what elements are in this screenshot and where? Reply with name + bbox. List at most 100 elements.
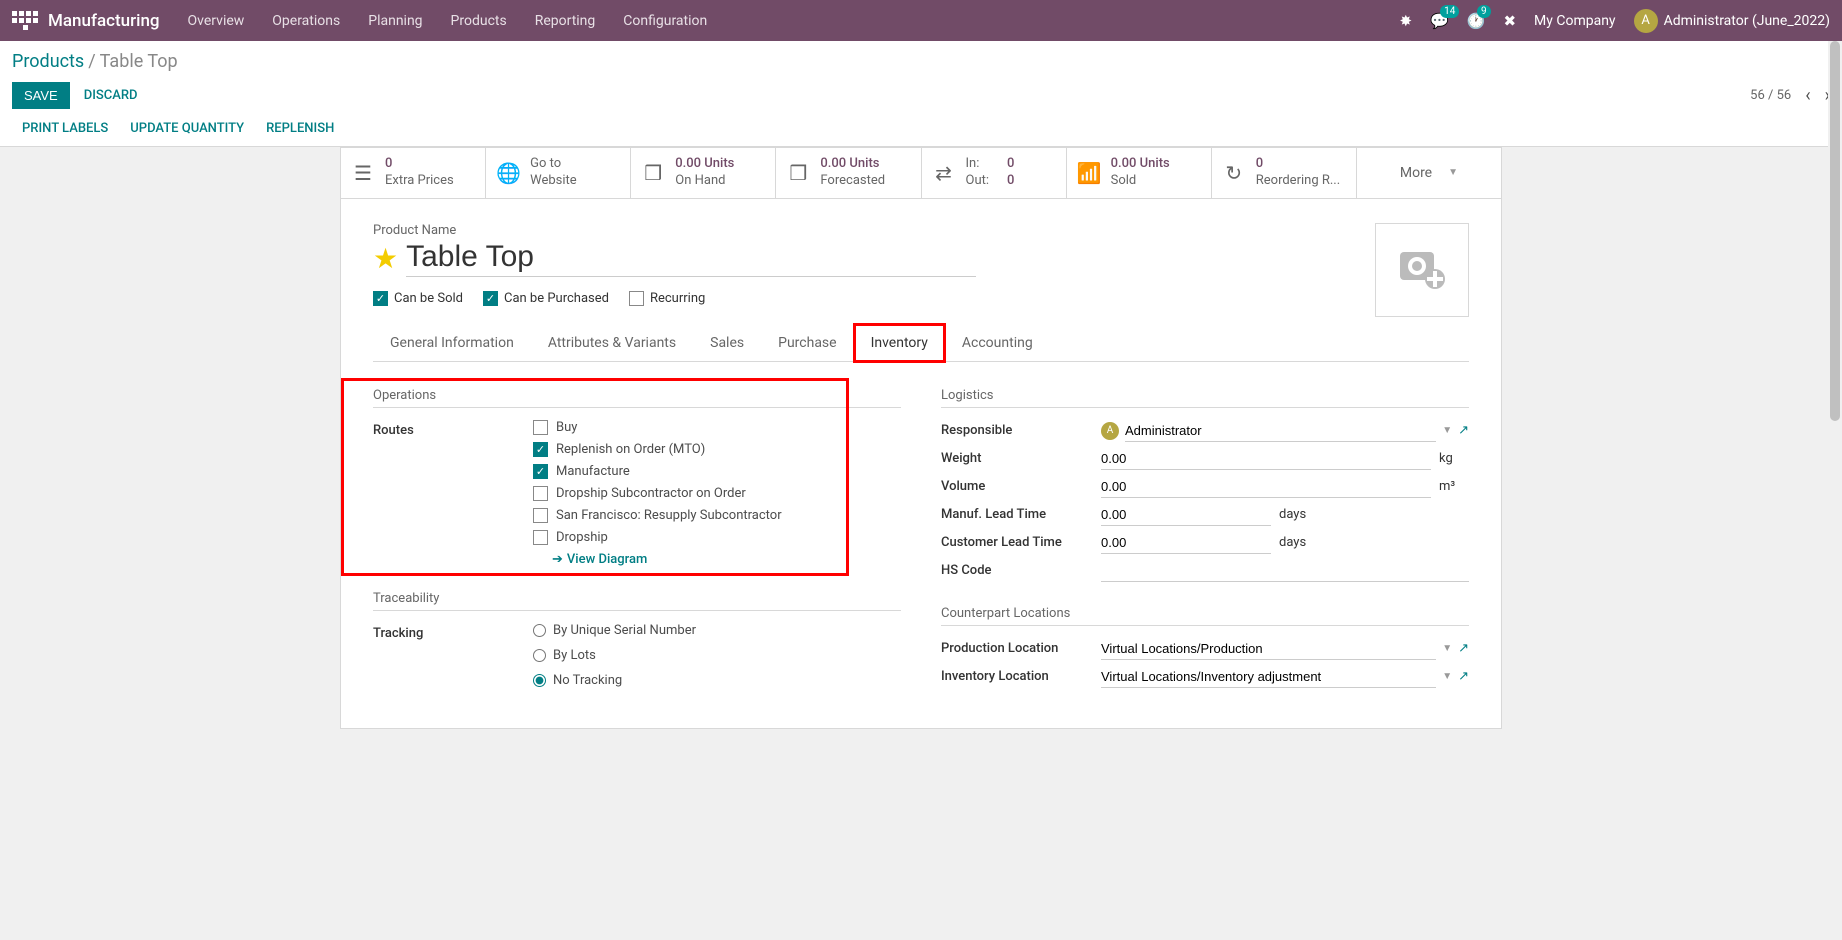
menu-configuration[interactable]: Configuration — [623, 13, 707, 29]
user-name: Administrator (June_2022) — [1664, 13, 1830, 29]
route-manufacture-checkbox[interactable]: ✓ — [533, 464, 548, 479]
clt-input[interactable] — [1101, 532, 1271, 554]
save-button[interactable]: SAVE — [12, 82, 70, 109]
scrollbar-thumb[interactable] — [1830, 41, 1840, 421]
stat-reordering[interactable]: ↻0Reordering R... — [1212, 148, 1357, 198]
recurring-label: Recurring — [650, 291, 705, 306]
stat-on-hand[interactable]: ❒0.00 UnitsOn Hand — [631, 148, 776, 198]
cubes-icon: ❒ — [786, 161, 810, 185]
tab-purchase[interactable]: Purchase — [761, 324, 853, 361]
company-switcher[interactable]: My Company — [1534, 13, 1616, 29]
recurring-checkbox[interactable] — [629, 291, 644, 306]
routes-label: Routes — [373, 420, 533, 438]
menu-reporting[interactable]: Reporting — [535, 13, 596, 29]
external-link-icon[interactable]: ↗ — [1458, 669, 1469, 684]
hs-input[interactable] — [1101, 560, 1469, 582]
route-sf-resupply-checkbox[interactable] — [533, 508, 548, 523]
menu-products[interactable]: Products — [451, 13, 507, 29]
volume-label: Volume — [941, 476, 1101, 494]
dropdown-icon[interactable]: ▼ — [1442, 671, 1452, 682]
clt-label: Customer Lead Time — [941, 532, 1101, 550]
tracking-label: Tracking — [373, 623, 533, 641]
top-navbar: Manufacturing Overview Operations Planni… — [0, 0, 1842, 41]
action-replenish[interactable]: REPLENISH — [266, 121, 334, 136]
messages-badge: 14 — [1440, 5, 1459, 18]
tools-icon[interactable]: ✖ — [1503, 12, 1516, 30]
cubes-icon: ❒ — [641, 161, 665, 185]
dropdown-icon[interactable]: ▼ — [1442, 425, 1452, 436]
breadcrumb-root[interactable]: Products — [12, 51, 84, 72]
tab-attributes-variants[interactable]: Attributes & Variants — [531, 324, 693, 361]
tabs: General Information Attributes & Variant… — [373, 324, 1469, 362]
operations-title: Operations — [373, 388, 901, 408]
hs-label: HS Code — [941, 560, 1101, 578]
stat-more[interactable]: More▼ — [1357, 148, 1501, 198]
route-dropship-checkbox[interactable] — [533, 530, 548, 545]
avatar: A — [1634, 9, 1658, 33]
tab-general-information[interactable]: General Information — [373, 324, 531, 361]
external-link-icon[interactable]: ↗ — [1458, 423, 1469, 438]
messages-icon[interactable]: 💬14 — [1430, 12, 1449, 30]
control-bar: Products/Table Top SAVE DISCARD 56 / 56 … — [0, 41, 1842, 147]
discard-button[interactable]: DISCARD — [84, 88, 138, 103]
transfer-icon: ⇄ — [932, 161, 956, 185]
pager-prev[interactable]: ‹ — [1805, 85, 1810, 106]
menu-operations[interactable]: Operations — [272, 13, 340, 29]
stat-sold[interactable]: 📶0.00 UnitsSold — [1067, 148, 1212, 198]
action-update-quantity[interactable]: UPDATE QUANTITY — [130, 121, 244, 136]
tracking-lots-radio[interactable] — [533, 649, 546, 662]
form-sheet: Product Name ★ ✓Can be Sold ✓Can be Purc… — [340, 199, 1502, 729]
logistics-title: Logistics — [941, 388, 1469, 408]
route-buy-checkbox[interactable] — [533, 420, 548, 435]
menu-overview[interactable]: Overview — [188, 13, 245, 29]
pager-text: 56 / 56 — [1750, 88, 1791, 103]
mlt-input[interactable] — [1101, 504, 1271, 526]
breadcrumb: Products/Table Top — [12, 51, 1830, 72]
view-diagram-link[interactable]: ➔View Diagram — [552, 552, 647, 567]
volume-input[interactable] — [1101, 476, 1431, 498]
mlt-label: Manuf. Lead Time — [941, 504, 1101, 522]
tab-inventory[interactable]: Inventory — [854, 324, 945, 362]
caret-down-icon: ▼ — [1448, 167, 1458, 178]
route-mto-checkbox[interactable]: ✓ — [533, 442, 548, 457]
tab-accounting[interactable]: Accounting — [945, 324, 1050, 361]
product-name-input[interactable] — [406, 240, 976, 277]
responsible-input[interactable] — [1125, 420, 1436, 442]
action-bar: PRINT LABELS UPDATE QUANTITY REPLENISH — [12, 119, 1830, 146]
can-be-purchased-checkbox[interactable]: ✓ — [483, 291, 498, 306]
stat-in-out[interactable]: ⇄In:0Out:0 — [922, 148, 1067, 198]
stat-boxes: ☰0Extra Prices 🌐Go toWebsite ❒0.00 Units… — [340, 147, 1502, 199]
external-link-icon[interactable]: ↗ — [1458, 641, 1469, 656]
favorite-star-icon[interactable]: ★ — [373, 242, 398, 275]
prod-location-label: Production Location — [941, 638, 1101, 656]
arrow-right-icon: ➔ — [552, 552, 563, 567]
stat-website[interactable]: 🌐Go toWebsite — [486, 148, 631, 198]
weight-input[interactable] — [1101, 448, 1431, 470]
action-print-labels[interactable]: PRINT LABELS — [22, 121, 108, 136]
activity-icon[interactable]: 🕐9 — [1467, 12, 1486, 30]
tracking-serial-radio[interactable] — [533, 624, 546, 637]
refresh-icon: ↻ — [1222, 161, 1246, 185]
prod-location-input[interactable] — [1101, 638, 1436, 660]
user-menu[interactable]: A Administrator (June_2022) — [1634, 9, 1830, 33]
can-be-purchased-label: Can be Purchased — [504, 291, 609, 306]
vertical-scrollbar[interactable] — [1828, 41, 1842, 940]
route-dropship-sub-checkbox[interactable] — [533, 486, 548, 501]
traceability-title: Traceability — [373, 591, 901, 611]
responsible-label: Responsible — [941, 420, 1101, 438]
menu-planning[interactable]: Planning — [368, 13, 422, 29]
dropdown-icon[interactable]: ▼ — [1442, 643, 1452, 654]
can-be-sold-checkbox[interactable]: ✓ — [373, 291, 388, 306]
weight-label: Weight — [941, 448, 1101, 466]
bug-icon[interactable]: ✸ — [1400, 12, 1413, 30]
apps-icon[interactable] — [12, 8, 38, 34]
inv-location-label: Inventory Location — [941, 666, 1101, 684]
inv-location-input[interactable] — [1101, 666, 1436, 688]
brand[interactable]: Manufacturing — [48, 11, 160, 31]
stat-extra-prices[interactable]: ☰0Extra Prices — [341, 148, 486, 198]
tracking-none-radio[interactable] — [533, 674, 546, 687]
stat-forecasted[interactable]: ❒0.00 UnitsForecasted — [776, 148, 921, 198]
product-image-placeholder[interactable] — [1375, 223, 1469, 317]
tab-sales[interactable]: Sales — [693, 324, 761, 361]
breadcrumb-current: Table Top — [100, 51, 178, 72]
